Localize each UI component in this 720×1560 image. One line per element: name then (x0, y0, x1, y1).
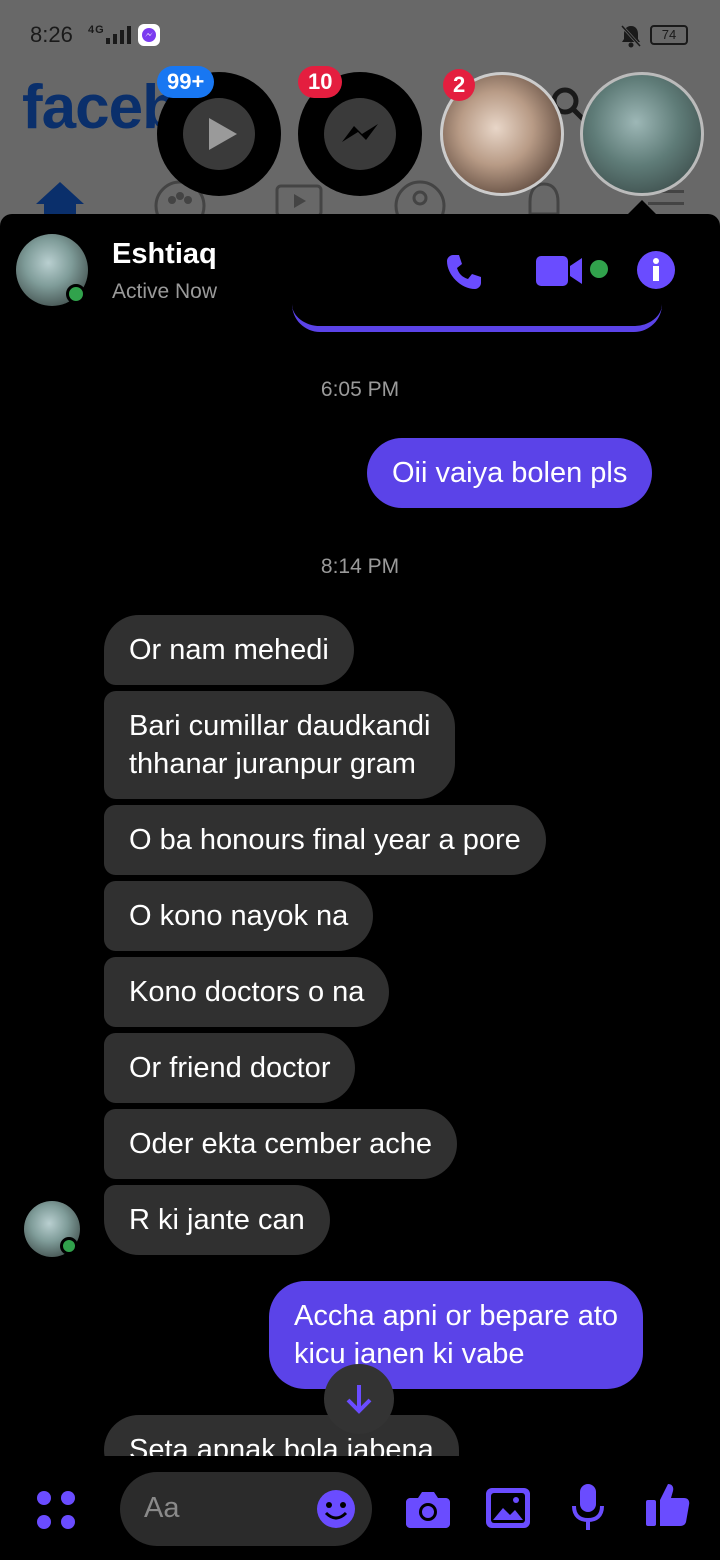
message-text: Or nam mehedi (129, 634, 329, 666)
sender-avatar[interactable] (24, 1201, 80, 1257)
battery-indicator: 74 (650, 25, 688, 45)
camera-icon[interactable] (406, 1488, 450, 1528)
online-status-dot (60, 1237, 78, 1255)
status-bar: 8:26 4G 74 (0, 0, 720, 70)
incoming-message[interactable]: Kono doctors o na (104, 957, 390, 1027)
message-text: Oder ekta cember ache (129, 1128, 433, 1160)
message-text: R ki jante can (129, 1204, 305, 1236)
message-input-placeholder: Aa (144, 1492, 180, 1524)
video-chat-head[interactable]: 99+ (157, 66, 281, 196)
watch-icon (275, 184, 323, 214)
message-text: O kono nayok na (129, 900, 349, 932)
chat-head-badge: 10 (298, 66, 343, 98)
info-icon[interactable] (636, 250, 676, 290)
home-icon (36, 182, 84, 214)
outgoing-message[interactable]: Accha apni or bepare ato kicu janen ki v… (269, 1281, 644, 1389)
message-text: Kono doctors o na (129, 976, 365, 1008)
incoming-message[interactable]: O kono nayok na (104, 881, 374, 951)
outgoing-message[interactable]: Oii vaiya bolen pls (367, 438, 653, 508)
incoming-message[interactable]: O ba honours final year a pore (104, 805, 546, 875)
online-status-dot (66, 284, 86, 304)
chat-head-badge: 99+ (157, 66, 215, 98)
timestamp: 8:14 PM (320, 555, 400, 578)
play-icon (183, 98, 255, 170)
message-text-line: Bari cumillar daudkandi (129, 710, 431, 742)
message-text: Oii vaiya bolen pls (392, 457, 628, 489)
emoji-icon[interactable] (316, 1489, 356, 1529)
message-input[interactable]: Aa (120, 1472, 372, 1546)
message-text-line: Accha apni or bepare ato (294, 1300, 619, 1332)
contact-name[interactable]: Eshtiaq (112, 238, 217, 271)
previous-message-edge (292, 304, 662, 332)
facebook-logo: faceb (22, 73, 180, 142)
video-call-icon[interactable] (536, 254, 586, 288)
messenger-notification-icon (138, 24, 160, 46)
signal-icon (106, 26, 131, 44)
timestamp: 6:05 PM (320, 378, 400, 401)
mute-bell-icon (620, 24, 642, 48)
eshtiaq-chat-head[interactable] (580, 72, 704, 196)
message-text: O ba honours final year a pore (129, 824, 521, 856)
incoming-message[interactable]: Or friend doctor (104, 1033, 356, 1103)
contact-active-status: Active Now (112, 280, 218, 303)
microphone-icon[interactable] (572, 1484, 604, 1532)
message-text: Or friend doctor (129, 1052, 331, 1084)
active-chat-head-pointer (628, 200, 656, 214)
message-text-line: thhanar juranpur gram (129, 748, 416, 780)
more-actions-icon[interactable] (36, 1490, 76, 1530)
couple-photo-chat-head[interactable]: 2 (440, 69, 564, 196)
messenger-icon (324, 98, 396, 170)
incoming-message[interactable]: Or nam mehedi (104, 615, 354, 685)
status-time: 8:26 (30, 22, 73, 47)
message-composer: Aa (0, 1458, 720, 1560)
contact-avatar[interactable] (16, 234, 88, 306)
video-active-dot (590, 260, 608, 278)
messenger-chat-head[interactable]: 10 (298, 66, 422, 196)
phone-call-icon[interactable] (444, 252, 484, 292)
incoming-message[interactable]: Bari cumillar daudkandi thhanar juranpur… (104, 691, 456, 799)
profile-icon (394, 180, 446, 214)
chat-panel: Eshtiaq Active Now 6:05 PM Oii vaiya bol… (0, 214, 720, 1560)
incoming-message[interactable]: R ki jante can (104, 1185, 330, 1255)
network-type: 4G (88, 24, 105, 36)
chat-head-badge: 2 (443, 69, 476, 101)
thumbs-up-icon[interactable] (646, 1482, 690, 1528)
incoming-message[interactable]: Oder ekta cember ache (104, 1109, 458, 1179)
scroll-to-bottom-button[interactable] (324, 1364, 394, 1434)
arrow-down-icon (346, 1385, 372, 1414)
gallery-icon[interactable] (486, 1488, 530, 1528)
